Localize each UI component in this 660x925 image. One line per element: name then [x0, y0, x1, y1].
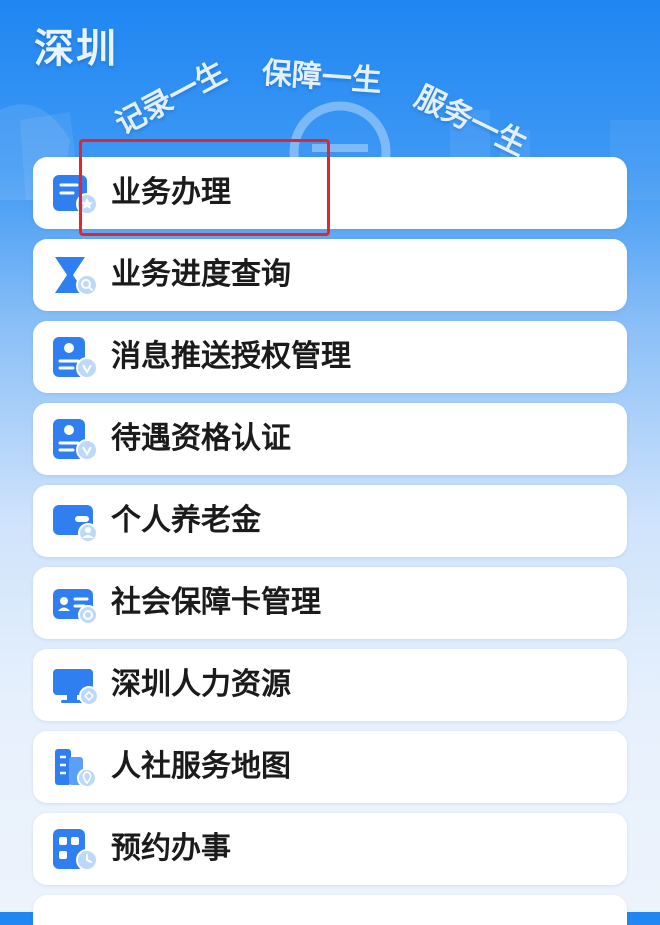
menu-item-progress-query[interactable]: 业务进度查询 [33, 239, 627, 311]
menu-item-label: 预约办事 [111, 831, 231, 866]
social-security-card-icon [53, 589, 98, 625]
menu-item-label: 社会保障卡管理 [111, 585, 321, 620]
menu-item-label: 待遇资格认证 [111, 421, 291, 456]
appointment-clock-icon [53, 829, 98, 871]
menu-item-next-partial[interactable] [33, 895, 627, 925]
slogan-protect: 保障一生 [260, 55, 383, 100]
menu-item-label: 个人养老金 [111, 503, 261, 538]
computer-monitor-icon [53, 669, 99, 706]
menu-item-personal-pension[interactable]: 个人养老金 [33, 485, 627, 557]
qualification-certification-icon [53, 419, 98, 461]
menu-item-label: 业务办理 [111, 175, 231, 210]
progress-search-icon [55, 257, 98, 296]
service-map-icon [55, 749, 97, 788]
menu-item-service-map[interactable]: 人社服务地图 [33, 731, 627, 803]
menu-item-message-authorization[interactable]: 消息推送授权管理 [33, 321, 627, 393]
menu-item-label: 人社服务地图 [111, 749, 291, 784]
service-menu: 业务办理 业务进度查询 消息推送授权管理 待遇资格认证 个人养老金 社会保障卡管… [33, 157, 627, 925]
menu-item-qualification-certification[interactable]: 待遇资格认证 [33, 403, 627, 475]
business-handling-icon [53, 175, 98, 215]
pension-card-icon [53, 505, 98, 543]
menu-item-label: 业务进度查询 [111, 257, 291, 292]
city-title: 深圳 [34, 26, 118, 72]
message-authorization-icon [53, 337, 98, 379]
menu-item-business-handling[interactable]: 业务办理 [33, 157, 627, 229]
menu-item-appointment[interactable]: 预约办事 [33, 813, 627, 885]
menu-item-label: 深圳人力资源 [111, 667, 291, 702]
menu-item-label: 消息推送授权管理 [111, 339, 351, 374]
menu-item-social-security-card[interactable]: 社会保障卡管理 [33, 567, 627, 639]
menu-item-shenzhen-hr[interactable]: 深圳人力资源 [33, 649, 627, 721]
